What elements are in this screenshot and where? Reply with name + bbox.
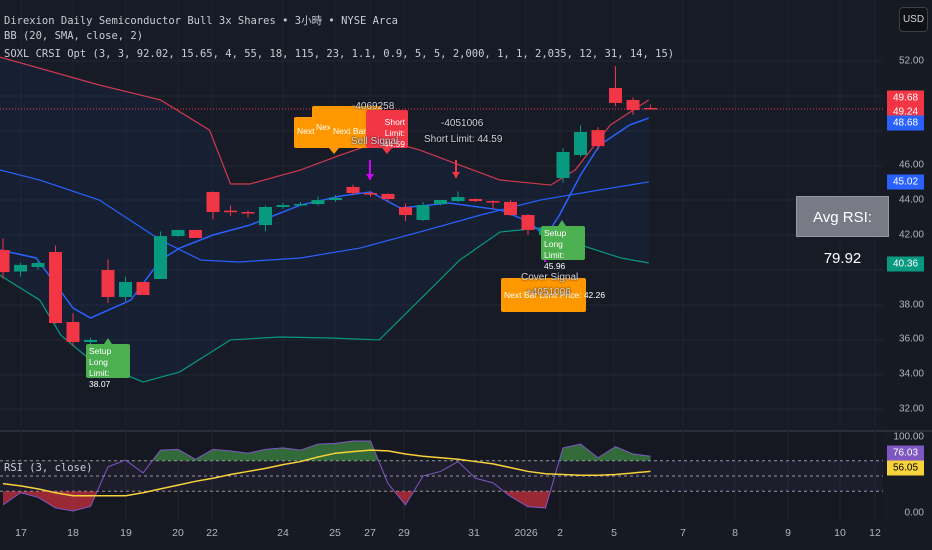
time-axis-label: 22 — [206, 527, 218, 539]
candle-body — [434, 200, 447, 205]
setup-long-title: Setup Long — [89, 346, 112, 367]
candle-body — [399, 207, 412, 215]
sell-signal-text: Sell Signal — [351, 136, 399, 147]
candle-body — [556, 152, 570, 178]
candle-body — [591, 130, 605, 147]
price-tick: 32.00 — [898, 403, 924, 415]
candle-body — [381, 193, 395, 199]
rsi-tick: 100.00 — [893, 431, 924, 443]
candle-body — [329, 197, 342, 201]
candle-body — [276, 205, 290, 207]
time-axis-label: 27 — [364, 527, 376, 539]
candle-body — [224, 210, 237, 213]
cover-order-id: +4051006 — [526, 287, 571, 298]
setup-long-label-2: Setup Long Limit: 38.07 — [86, 344, 130, 389]
candle-body — [241, 212, 255, 214]
candle-body — [364, 193, 377, 195]
avg-rsi-box: Avg RSI: 79.92 — [796, 196, 889, 267]
time-axis-label: 2026 — [514, 527, 538, 539]
price-tag: 48.68 — [887, 115, 924, 131]
candle-body — [294, 204, 307, 206]
time-axis-label: 25 — [329, 527, 341, 539]
candle-body — [346, 186, 360, 194]
short-limit-text: Short Limit: 44.59 — [424, 134, 503, 145]
price-tick: 44.00 — [898, 194, 924, 206]
bb-legend[interactable]: BB (20, SMA, close, 2) — [4, 30, 143, 42]
candle-body — [84, 339, 97, 343]
price-tick: 36.00 — [898, 333, 924, 345]
candle-body — [416, 205, 430, 221]
rsi-legend[interactable]: RSI (3, close) — [4, 462, 93, 474]
candle-body — [154, 236, 167, 280]
candle-body — [311, 200, 325, 205]
rsi-tag: 76.03 — [887, 445, 924, 461]
price-tick: 46.00 — [898, 159, 924, 171]
candle-body — [119, 281, 132, 297]
currency-button[interactable]: USD — [899, 7, 928, 32]
setup-long-label-1: Setup Long Limit: 45.96 — [541, 226, 585, 271]
chart-canvas[interactable] — [0, 0, 932, 550]
time-axis-label: 10 — [834, 527, 846, 539]
time-axis-label: 12 — [869, 527, 881, 539]
time-axis-label: 8 — [732, 527, 738, 539]
candle — [504, 200, 517, 216]
candle-body — [0, 249, 10, 273]
rsi-tick: 0.00 — [904, 507, 924, 519]
time-axis-label: 7 — [680, 527, 686, 539]
time-axis-label: 5 — [611, 527, 617, 539]
cover-signal-text: Cover Signal — [521, 272, 579, 283]
price-tag: 40.36 — [887, 256, 924, 272]
candle-body — [504, 201, 517, 215]
candle — [136, 281, 150, 296]
setup-long-limit: Limit: 38.07 — [89, 368, 111, 389]
setup-long-limit: Limit: 45.96 — [544, 250, 566, 271]
candle-body — [486, 201, 500, 203]
candle-body — [206, 192, 220, 213]
candle — [154, 231, 167, 280]
candle-body — [644, 107, 657, 110]
candle-body — [101, 269, 115, 297]
time-axis-label: 19 — [120, 527, 132, 539]
price-tick: 42.00 — [898, 229, 924, 241]
candle-body — [626, 99, 640, 111]
candle-body — [259, 206, 272, 226]
candle-body — [171, 229, 185, 237]
candle-body — [451, 197, 465, 202]
price-tick: 34.00 — [898, 368, 924, 380]
candle-body — [469, 198, 482, 202]
candle-body — [189, 229, 202, 238]
rsi-tag: 56.05 — [887, 460, 924, 476]
price-tick: 52.00 — [898, 55, 924, 67]
time-axis-label: 18 — [67, 527, 79, 539]
price-tick: 38.00 — [898, 299, 924, 311]
symbol-legend[interactable]: Direxion Daily Semiconductor Bull 3x Sha… — [4, 13, 398, 28]
candle-body — [66, 322, 80, 343]
candle — [556, 148, 570, 183]
short-order-id: -4051006 — [441, 118, 484, 129]
time-axis-label: 29 — [398, 527, 410, 539]
candle — [49, 245, 62, 324]
candle — [189, 229, 202, 238]
candle-body — [14, 264, 27, 272]
candle-body — [31, 263, 45, 268]
time-axis-label: 31 — [468, 527, 480, 539]
time-axis-label: 20 — [172, 527, 184, 539]
candle — [171, 229, 185, 237]
candle-body — [609, 87, 622, 103]
time-axis-label: 9 — [785, 527, 791, 539]
candle-body — [136, 281, 150, 296]
strategy-legend[interactable]: SOXL CRSI Opt (3, 3, 92.02, 15.65, 4, 55… — [4, 48, 674, 60]
candle-body — [574, 131, 587, 155]
time-axis-label: 2 — [557, 527, 563, 539]
time-axis-label: 24 — [277, 527, 289, 539]
setup-long-title: Setup Long — [544, 228, 567, 249]
sell-order-id: -4069258 — [352, 101, 395, 112]
price-tag: 45.02 — [887, 174, 924, 190]
candle-body — [49, 252, 62, 324]
time-axis-label: 17 — [15, 527, 27, 539]
candle-body — [521, 214, 535, 230]
